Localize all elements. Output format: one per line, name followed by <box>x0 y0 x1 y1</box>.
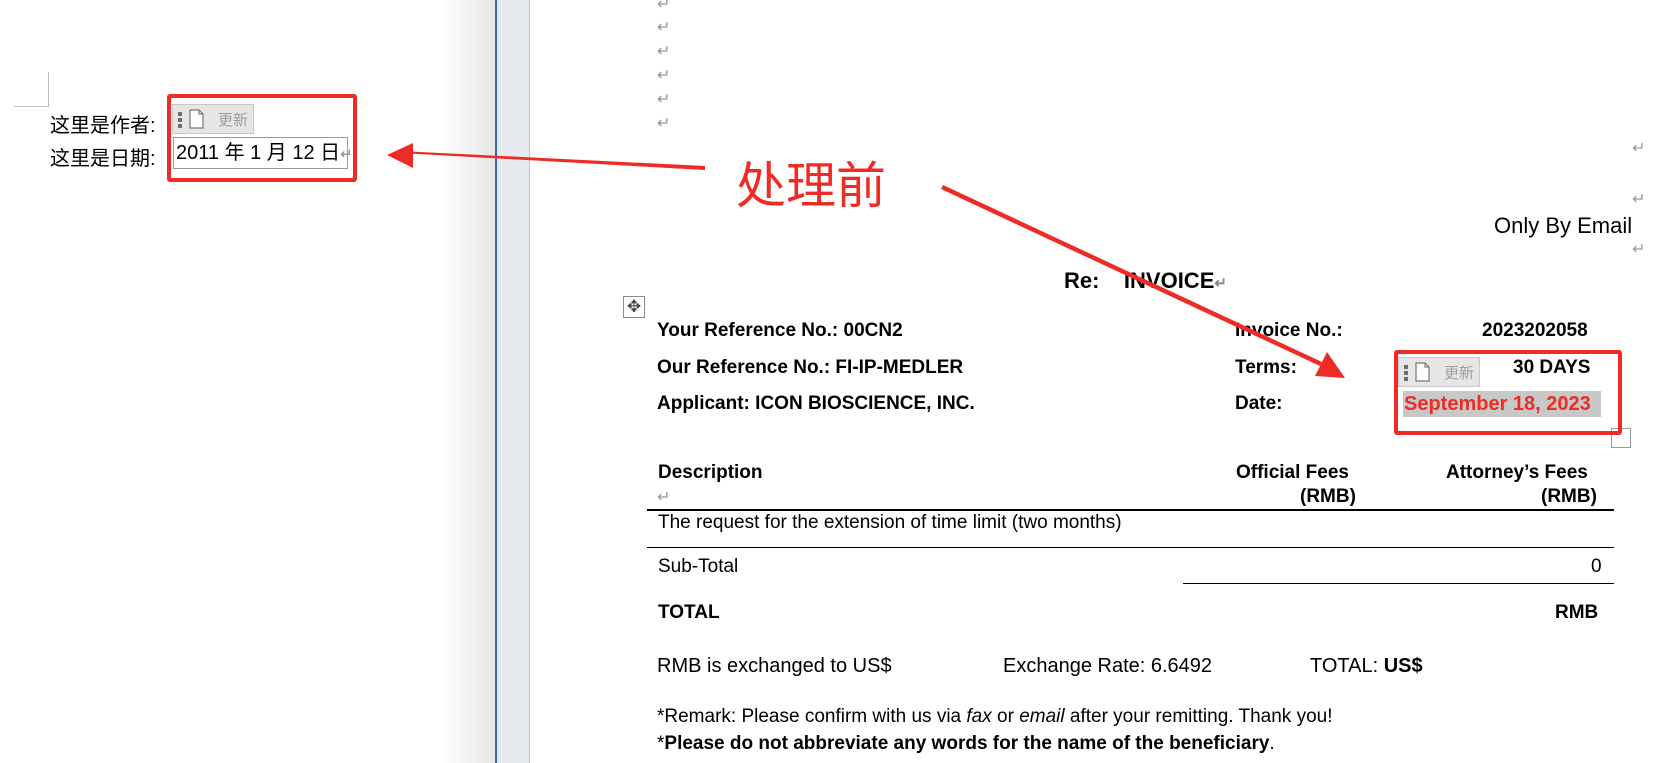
annotation-arrow-icon <box>387 143 705 170</box>
annotation-arrow-icon <box>941 185 1345 378</box>
annotation-arrows <box>387 143 1345 378</box>
